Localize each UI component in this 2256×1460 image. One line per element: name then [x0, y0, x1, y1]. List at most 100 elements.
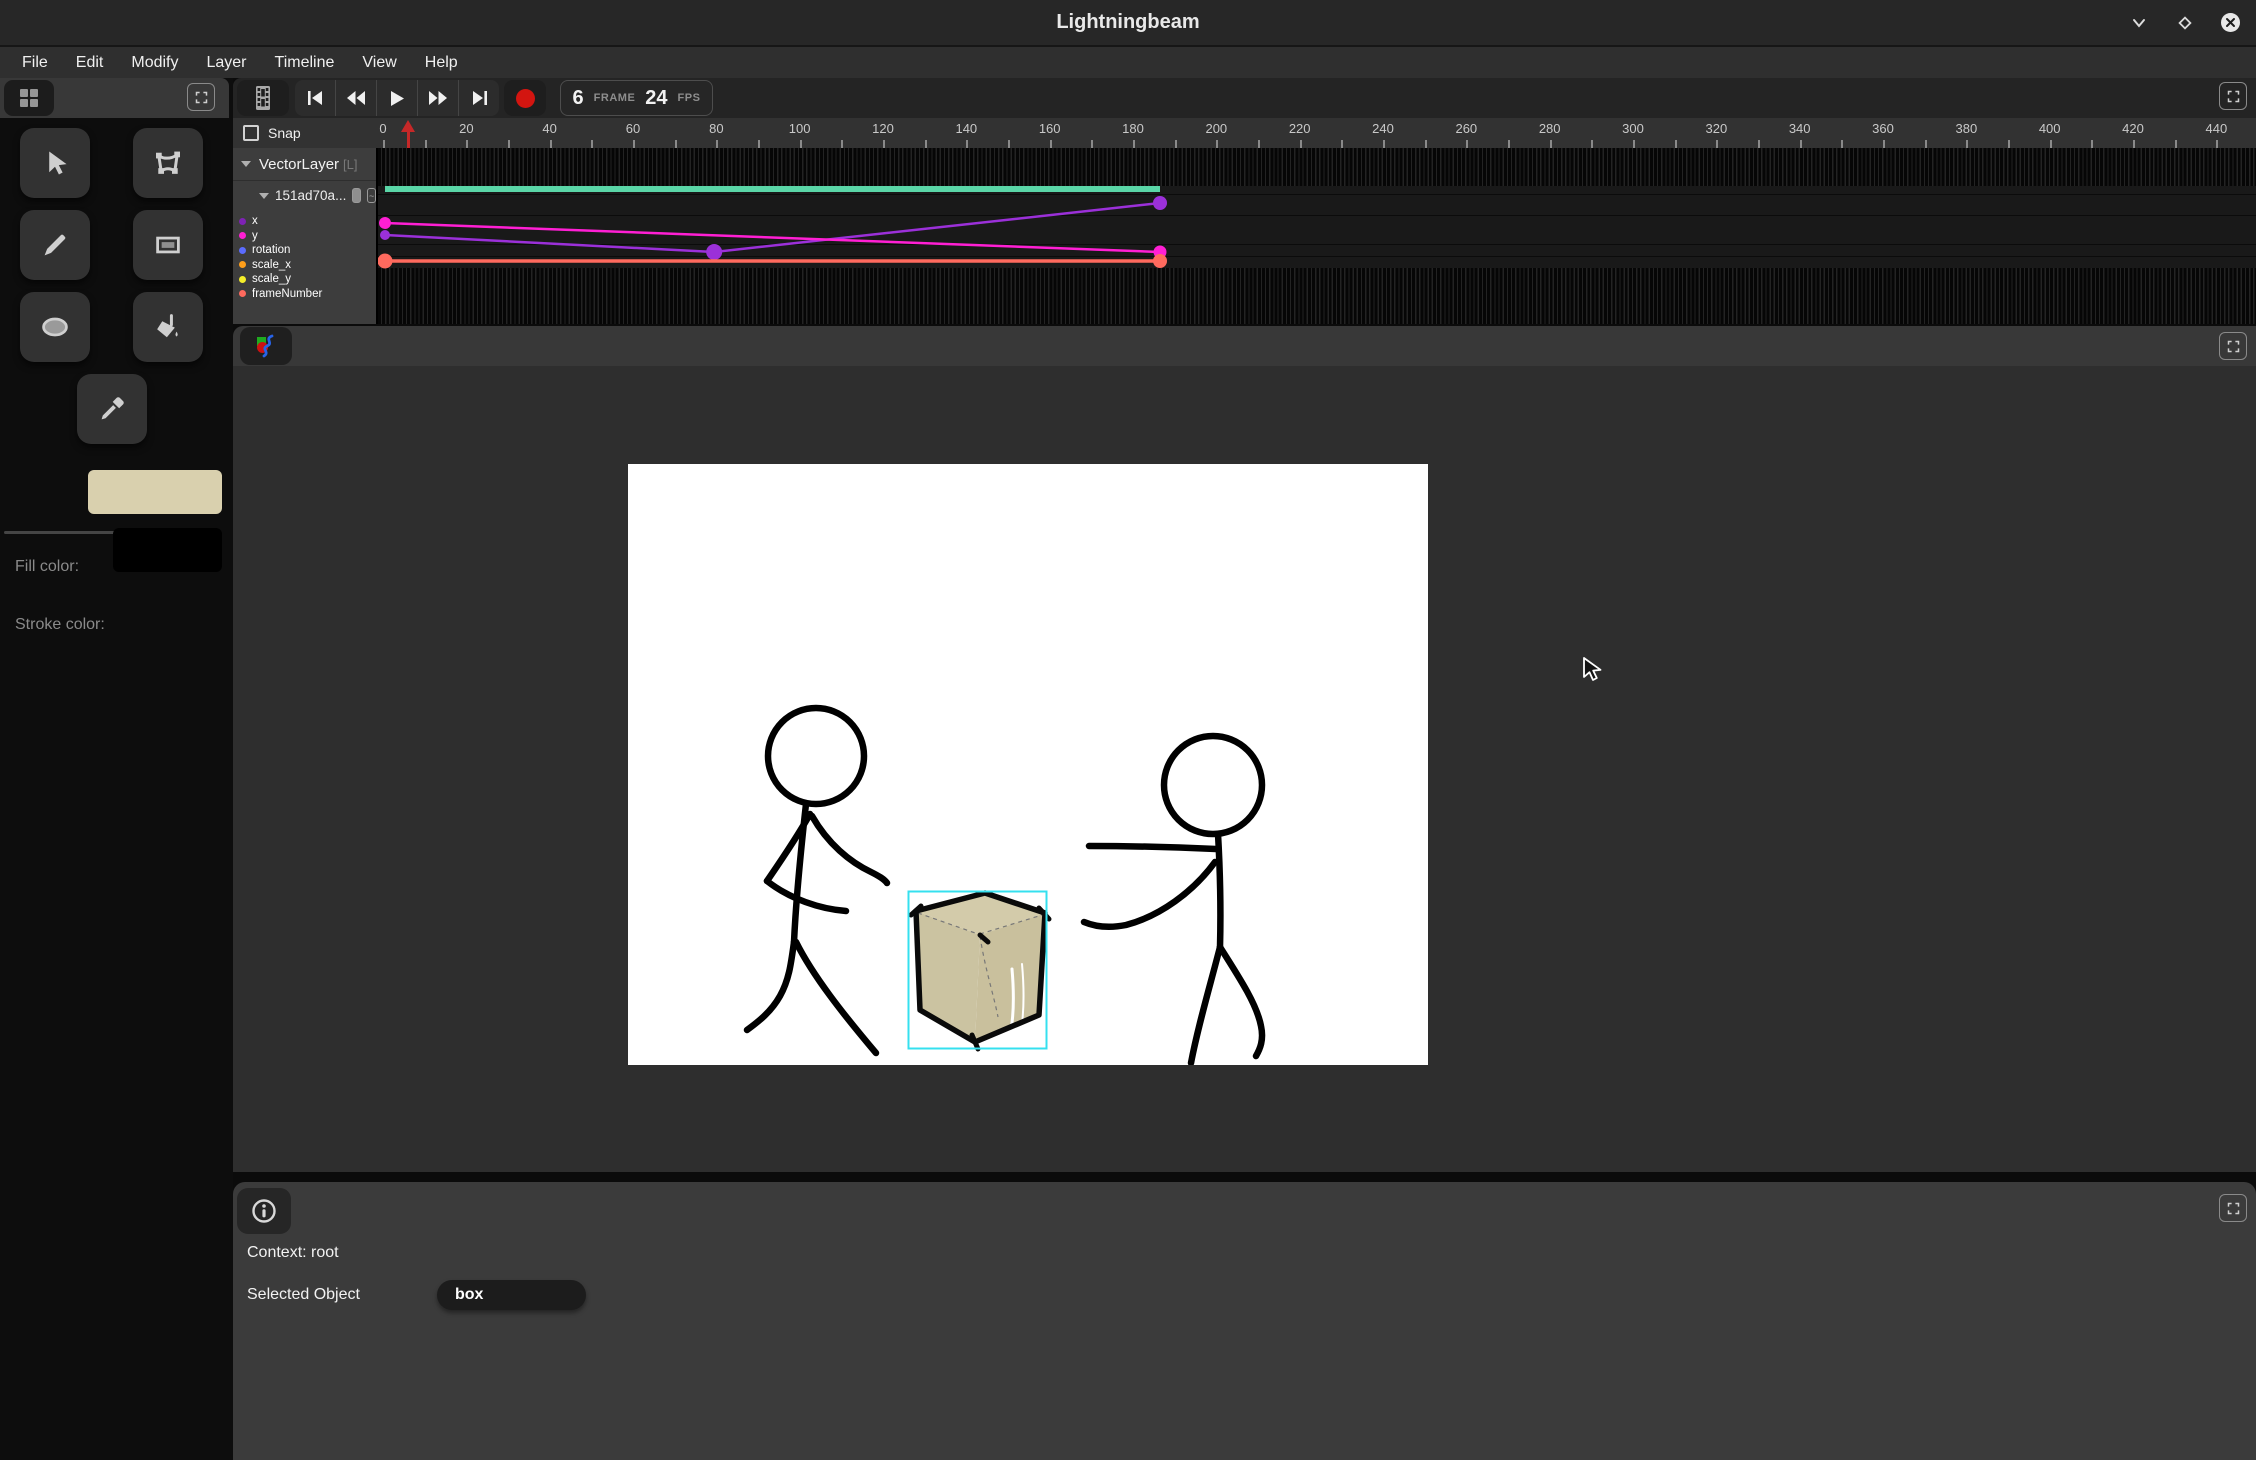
transform-icon	[152, 147, 184, 179]
paint-bucket-tool-button[interactable]	[133, 292, 203, 362]
property-row-scale_x[interactable]: scale_x	[233, 258, 376, 273]
eyedropper-tool-button[interactable]	[77, 374, 147, 444]
frames-area[interactable]	[376, 148, 2256, 324]
skip-start-button[interactable]	[295, 80, 335, 116]
context-text: Context: root	[247, 1244, 339, 1262]
right-stick-figure[interactable]	[1084, 736, 1262, 1063]
skip-end-button[interactable]	[458, 80, 499, 116]
ruler-label-200: 200	[1201, 121, 1231, 136]
ellipse-tool-button[interactable]	[20, 292, 90, 362]
tools-expand-button[interactable]	[187, 83, 215, 111]
rewind-button[interactable]	[335, 80, 376, 116]
ruler-label-360: 360	[1868, 121, 1898, 136]
vector-graphics-icon	[253, 333, 279, 359]
rectangle-tool-button[interactable]	[133, 210, 203, 280]
ruler-label-0: 0	[376, 121, 398, 136]
stage[interactable]	[628, 464, 1428, 1065]
maximize-button[interactable]	[2175, 13, 2195, 33]
ruler-label-260: 260	[1451, 121, 1481, 136]
menu-bar: FileEditModifyLayerTimelineViewHelp	[0, 47, 2256, 78]
frame-span-bar	[385, 186, 1160, 192]
menu-item-modify[interactable]: Modify	[117, 54, 192, 72]
keyframe-dot-y	[379, 217, 391, 229]
layer-row-vectorlayer[interactable]: VectorLayer [L]	[233, 148, 376, 181]
ruler-label-240: 240	[1368, 121, 1398, 136]
collapse-triangle-icon[interactable]	[259, 193, 269, 199]
menu-item-timeline[interactable]: Timeline	[261, 54, 349, 72]
menu-item-layer[interactable]: Layer	[192, 54, 260, 72]
transform-tool-button[interactable]	[133, 128, 203, 198]
close-button[interactable]	[2221, 13, 2240, 32]
property-color-dot	[239, 290, 246, 297]
film-icon	[252, 85, 274, 111]
info-button[interactable]	[237, 1188, 291, 1234]
stroke-color-swatch[interactable]	[113, 528, 222, 572]
left-stick-figure[interactable]	[747, 708, 887, 1053]
menu-item-file[interactable]: File	[8, 54, 62, 72]
property-color-dot	[239, 261, 246, 268]
ruler-label-20: 20	[451, 121, 481, 136]
ruler-label-380: 380	[1951, 121, 1981, 136]
timeline-body: VectorLayer [L] 151ad70a... ~ xyrotation…	[233, 148, 2256, 324]
inspector-expand-button[interactable]	[2219, 1194, 2247, 1222]
close-icon	[2225, 17, 2236, 28]
select-tool-button[interactable]	[20, 128, 90, 198]
object-curve-toggle[interactable]: ~	[367, 188, 376, 203]
property-row-rotation[interactable]: rotation	[233, 243, 376, 258]
playback-controls	[295, 80, 499, 116]
property-row-y[interactable]: y	[233, 229, 376, 244]
property-row-scale_y[interactable]: scale_y	[233, 272, 376, 287]
keyframe-dot-frameNumber	[1153, 254, 1167, 268]
ruler-label-320: 320	[1701, 121, 1731, 136]
timeline-ruler[interactable]: Snap 02040608010012014016018020022024026…	[233, 118, 2256, 148]
play-button[interactable]	[376, 80, 417, 116]
ruler-label-160: 160	[1035, 121, 1065, 136]
collapse-triangle-icon[interactable]	[241, 161, 251, 167]
pencil-tool-button[interactable]	[20, 210, 90, 280]
object-visibility-toggle[interactable]	[352, 188, 361, 203]
menu-item-edit[interactable]: Edit	[62, 54, 118, 72]
ruler-label-140: 140	[951, 121, 981, 136]
inspector-panel: Context: root Selected Object box	[233, 1182, 2256, 1460]
property-name: x	[252, 215, 258, 227]
panel-grid-button[interactable]	[4, 80, 54, 116]
menu-item-help[interactable]: Help	[411, 54, 472, 72]
property-color-dot	[239, 232, 246, 239]
vector-mode-button[interactable]	[240, 327, 292, 365]
property-name: scale_y	[252, 273, 291, 285]
frame-counter: 6 FRAME 24 FPS	[560, 80, 713, 116]
film-button[interactable]	[237, 80, 289, 116]
record-icon	[516, 89, 535, 108]
pencil-icon	[40, 230, 70, 260]
playhead[interactable]	[401, 120, 415, 148]
object-row[interactable]: 151ad70a... ~	[233, 182, 376, 209]
timeline-expand-button[interactable]	[2219, 82, 2247, 110]
fast-forward-button[interactable]	[417, 80, 458, 116]
canvas-area[interactable]	[233, 366, 2256, 1172]
property-row-frameNumber[interactable]: frameNumber	[233, 287, 376, 302]
property-name: scale_x	[252, 259, 291, 271]
canvas-expand-button[interactable]	[2219, 332, 2247, 360]
ruler-label-300: 300	[1618, 121, 1648, 136]
record-button[interactable]	[504, 80, 546, 116]
snap-checkbox[interactable]	[243, 125, 259, 141]
eyedropper-icon	[97, 394, 127, 424]
ruler-label-280: 280	[1535, 121, 1565, 136]
box-object[interactable]	[909, 892, 1050, 1050]
fps-unit-label: FPS	[678, 92, 701, 104]
fast-forward-icon	[428, 90, 448, 106]
menu-item-view[interactable]: View	[348, 54, 410, 72]
selected-object-field[interactable]: box	[437, 1280, 586, 1310]
keyframe-dot-frameNumber	[378, 254, 393, 269]
window-title: Lightningbeam	[0, 0, 2256, 45]
ruler-label-180: 180	[1118, 121, 1148, 136]
fill-color-swatch[interactable]	[88, 470, 222, 514]
mouse-cursor	[1581, 656, 1605, 689]
keyframe-curves[interactable]	[378, 148, 2256, 324]
window-controls	[2129, 0, 2240, 45]
lightningbeam-app: Lightningbeam FileEditModifyLayerTimelin…	[0, 0, 2256, 1460]
property-color-dot	[239, 276, 246, 283]
property-row-x[interactable]: x	[233, 214, 376, 229]
expand-icon	[2226, 89, 2241, 104]
minimize-button[interactable]	[2129, 13, 2149, 33]
